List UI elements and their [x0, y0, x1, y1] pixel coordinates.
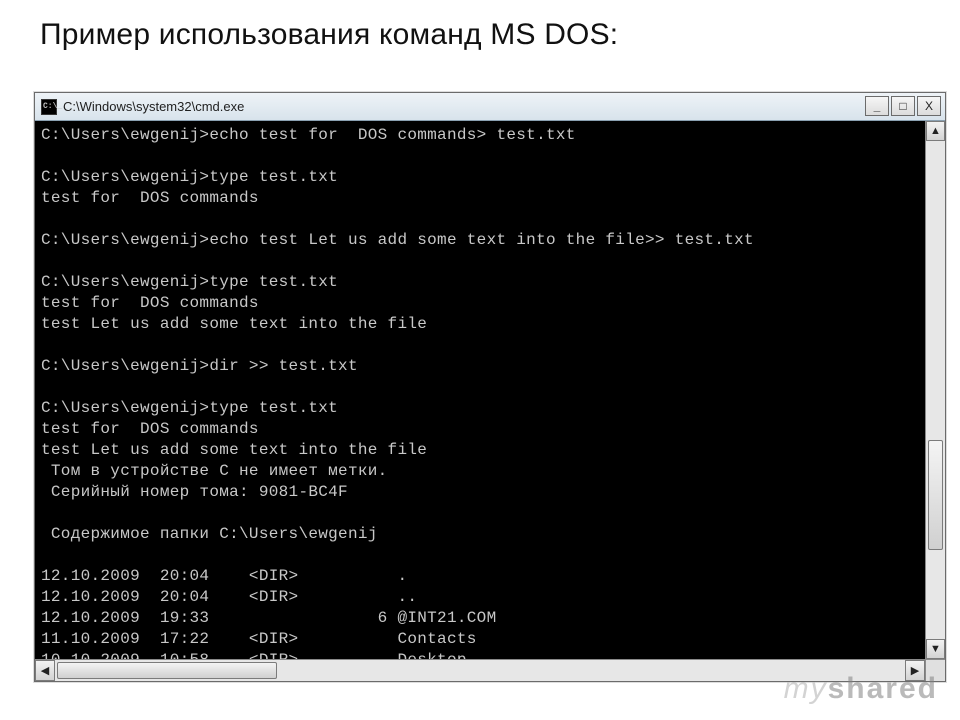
minimize-button[interactable]: _: [865, 96, 889, 116]
console-wrap: C:\Users\ewgenij>echo test for DOS comma…: [35, 121, 945, 659]
horizontal-scroll-track[interactable]: [55, 660, 905, 681]
horizontal-scroll-thumb[interactable]: [57, 662, 277, 679]
scroll-left-button[interactable]: ◀: [35, 660, 55, 681]
maximize-button[interactable]: □: [891, 96, 915, 116]
scroll-up-button[interactable]: ▲: [926, 121, 945, 141]
window-buttons: _ □ X: [865, 96, 941, 116]
console-output[interactable]: C:\Users\ewgenij>echo test for DOS comma…: [35, 121, 925, 659]
page-root: Пример использования команд MS DOS: C:\W…: [0, 0, 960, 720]
watermark-light: my: [784, 672, 828, 705]
close-button[interactable]: X: [917, 96, 941, 116]
window-title: C:\Windows\system32\cmd.exe: [63, 99, 244, 114]
watermark: myshared: [784, 672, 938, 706]
vertical-scroll-track[interactable]: [926, 141, 945, 639]
cmd-icon: [41, 99, 57, 115]
titlebar[interactable]: C:\Windows\system32\cmd.exe _ □ X: [35, 93, 945, 121]
cmd-window: C:\Windows\system32\cmd.exe _ □ X C:\Use…: [34, 92, 946, 682]
page-heading: Пример использования команд MS DOS:: [40, 18, 618, 52]
watermark-bold: shared: [828, 672, 938, 705]
scroll-down-button[interactable]: ▼: [926, 639, 945, 659]
vertical-scrollbar[interactable]: ▲ ▼: [925, 121, 945, 659]
vertical-scroll-thumb[interactable]: [928, 440, 943, 550]
